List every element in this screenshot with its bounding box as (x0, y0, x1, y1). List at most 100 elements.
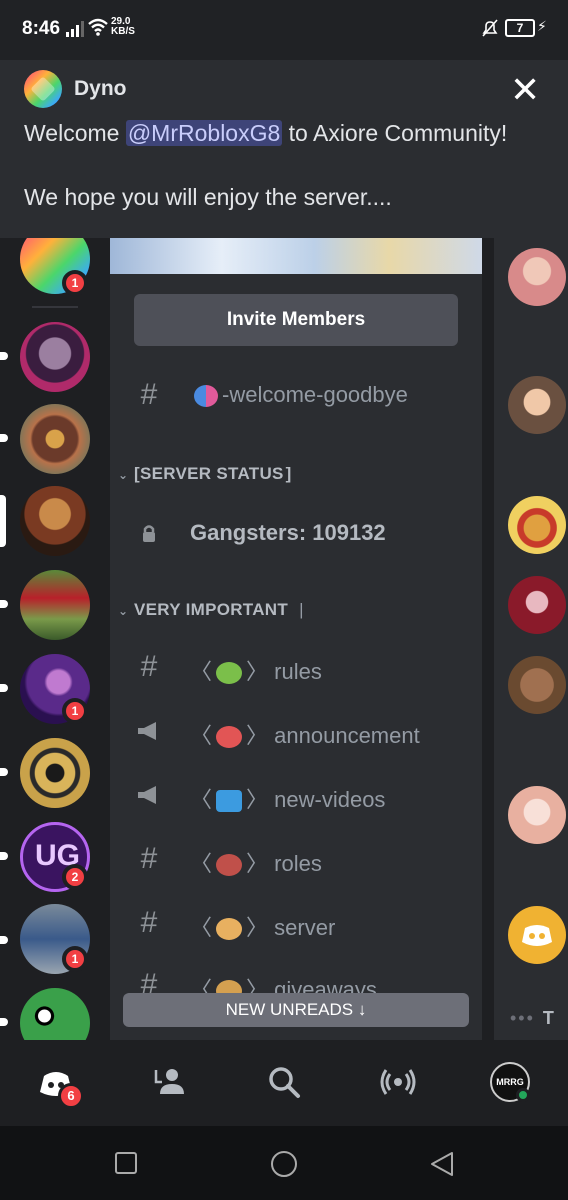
channel-list: Invite Members # -welcome-goodbye ⌄ [SERV… (110, 238, 482, 1040)
unread-indicator (0, 936, 8, 944)
lock-icon (143, 525, 155, 542)
bracket-open: 〈 (190, 915, 213, 940)
hash-icon: # (140, 906, 158, 939)
server-rail: 1 1 UG 2 1 (0, 238, 110, 1040)
bracket-open: 〈 (190, 787, 213, 812)
server-icon-5[interactable] (20, 570, 90, 640)
category-very-important[interactable]: ⌄ VERY IMPORTANT | (118, 600, 478, 630)
welcome-prefix: Welcome (24, 120, 126, 146)
unread-indicator (0, 852, 8, 860)
close-icon[interactable]: ✕ (510, 72, 540, 108)
unread-indicator (0, 600, 8, 608)
chevron-down-icon: ⌄ (118, 468, 129, 482)
bracket-close: 〉 (246, 851, 269, 876)
channel-server[interactable]: # 〈 〉 server (134, 904, 474, 944)
user-mention[interactable]: @MrRobloxG8 (125, 120, 283, 146)
member-avatar[interactable] (508, 248, 566, 306)
unread-indicator (0, 684, 8, 692)
chevron-down-icon: ⌄ (118, 604, 129, 618)
back-icon[interactable] (428, 1150, 456, 1178)
mention-badge: 1 (62, 270, 88, 296)
member-avatar[interactable] (508, 906, 566, 964)
bottom-navigation: 6 MRRG (0, 1040, 568, 1126)
bracket-close: 〉 (246, 659, 269, 684)
bracket-close: 〉 (246, 915, 269, 940)
channel-new-videos[interactable]: 〈 〉 new-videos (134, 776, 474, 816)
category-name-end: ] (285, 464, 292, 483)
notification-toast[interactable]: Dyno ✕ Welcome @MrRobloxG8 to Axiore Com… (0, 60, 568, 238)
mentions-icon[interactable] (378, 1062, 418, 1102)
unread-indicator (0, 768, 8, 776)
new-unreads-button[interactable]: NEW UNREADS ↓ (123, 993, 469, 1027)
invite-members-button[interactable]: Invite Members (134, 294, 458, 346)
unread-indicator (0, 1018, 8, 1026)
welcome-line-2: We hope you will enjoy the server.... (24, 184, 392, 210)
friends-icon[interactable] (152, 1062, 192, 1102)
bracket-open: 〈 (190, 851, 213, 876)
salad-emoji-icon (216, 662, 243, 685)
signal-icon (66, 21, 84, 37)
rail-separator (32, 306, 78, 308)
recent-apps-icon[interactable] (114, 1151, 138, 1175)
wifi-icon (88, 18, 108, 36)
system-navigation-bar (0, 1126, 568, 1200)
search-icon[interactable] (264, 1062, 304, 1102)
server-icon-4[interactable] (20, 486, 90, 556)
online-status-indicator (516, 1088, 530, 1102)
channel-label: 〈 〉 roles (190, 846, 322, 878)
channel-name: new-videos (274, 787, 386, 812)
server-icon-10[interactable] (20, 988, 90, 1040)
megaphone-icon (138, 722, 156, 740)
battery-indicator: 7 (505, 19, 535, 37)
channel-announcement[interactable]: 〈 〉 announcement (134, 712, 474, 752)
status-time: 8:46 (22, 18, 61, 39)
channel-welcome-goodbye[interactable]: # -welcome-goodbye (134, 376, 474, 416)
meat-emoji-icon (216, 854, 243, 877)
server-banner (110, 238, 482, 274)
charging-icon: ⚡ (537, 18, 547, 34)
member-avatar[interactable] (508, 786, 566, 844)
hash-icon: # (140, 842, 158, 875)
active-server-indicator (0, 495, 6, 547)
channel-label: 〈 〉 rules (190, 654, 322, 686)
channel-name: Gangsters: 109132 (190, 520, 386, 545)
server-icon-2[interactable] (20, 322, 90, 392)
channel-rules[interactable]: # 〈 〉 rules (134, 648, 474, 688)
bracket-close: 〉 (246, 723, 269, 748)
category-name: VERY IMPORTANT (134, 600, 289, 619)
home-button-icon[interactable] (269, 1149, 299, 1179)
channel-roles[interactable]: # 〈 〉 roles (134, 840, 474, 880)
category-server-status[interactable]: ⌄ [SERVER STATUS] (118, 464, 478, 494)
channel-name: rules (274, 659, 322, 684)
member-section-label: T (542, 1008, 556, 1028)
channel-label: 〈 〉 new-videos (190, 782, 385, 814)
server-icon-7[interactable] (20, 738, 90, 808)
bot-name: Dyno (74, 77, 127, 100)
network-speed-unit: KB/S (111, 26, 135, 37)
member-avatar[interactable] (508, 496, 566, 554)
sushi-emoji-icon (216, 726, 243, 749)
megaphone-icon (138, 786, 156, 804)
member-avatar[interactable] (508, 376, 566, 434)
channel-label: -welcome-goodbye (190, 382, 408, 408)
welcome-message: Welcome @MrRobloxG8 to Axiore Community! (24, 120, 507, 147)
channel-label: 〈 〉 announcement (190, 718, 420, 750)
member-avatar[interactable] (508, 656, 566, 714)
home-badge: 6 (58, 1083, 84, 1109)
masks-emoji-icon (194, 385, 218, 408)
unread-indicator (0, 352, 8, 360)
channel-label: 〈 〉 server (190, 910, 335, 942)
member-avatar[interactable] (508, 576, 566, 634)
status-bar: 8:46 29.0 KB/S 7 ⚡ (0, 0, 568, 60)
category-name: [SERVER STATUS (134, 464, 284, 483)
bot-avatar (24, 70, 62, 108)
unread-indicator (0, 434, 8, 442)
member-list-more: ••• T (510, 1008, 556, 1028)
server-icon-3[interactable] (20, 404, 90, 474)
welcome-suffix: to Axiore Community! (282, 120, 508, 146)
channel-gangsters[interactable]: Gangsters: 109132 (134, 514, 474, 554)
mention-badge: 1 (62, 698, 88, 724)
video-camera-emoji-icon (216, 790, 243, 813)
channel-name: -welcome-goodbye (222, 382, 408, 407)
bracket-close: 〉 (246, 787, 269, 812)
